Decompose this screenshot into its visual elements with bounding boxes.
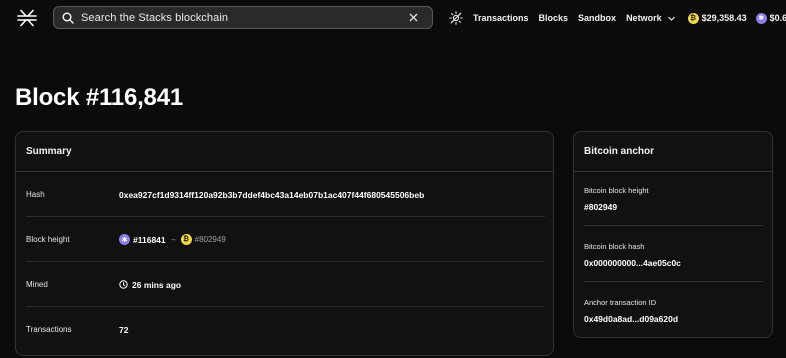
stx-price-value: $0.60 — [769, 13, 786, 23]
btc-price-value: $29,358.43 — [701, 13, 747, 23]
transactions-row: Transactions 72 — [26, 307, 545, 352]
clock-icon — [119, 280, 128, 289]
bitcoin-icon: ₿ — [687, 12, 699, 24]
main-nav: Transactions Blocks Sandbox Network ₿ $2… — [449, 10, 786, 26]
clear-search-button[interactable] — [406, 11, 420, 25]
hash-value[interactable]: 0xea927cf1d9314ff120a92b3b7ddef4bc43a14e… — [119, 190, 424, 200]
nav-sandbox-link[interactable]: Sandbox — [578, 13, 616, 23]
transactions-count: 72 — [119, 324, 129, 335]
search-bar[interactable]: Search the Stacks blockchain — [53, 6, 433, 29]
anchor-item-label: Bitcoin block hash — [584, 242, 645, 251]
arrow-icon: → — [169, 236, 177, 243]
bitcoin-anchor-card: Bitcoin anchor Bitcoin block height #802… — [573, 131, 773, 338]
anchor-item-label: Bitcoin block height — [584, 186, 649, 195]
anchor-item: Bitcoin block hash 0x000000000...4ae05c0… — [584, 242, 764, 282]
transactions-label: Transactions — [26, 325, 72, 334]
anchor-item-value[interactable]: 0x000000000...4ae05c0c — [584, 258, 764, 268]
search-input[interactable]: Search the Stacks blockchain — [81, 12, 406, 24]
block-height-row: Block height ✱ #116841 → ₿ #802949 — [26, 217, 545, 262]
mined-row: Mined 26 mins ago — [26, 262, 545, 307]
close-icon — [409, 13, 417, 22]
stacks-icon: ✱ — [755, 12, 767, 24]
bitcoin-icon: ₿ — [180, 234, 192, 245]
mined-value: 26 mins ago — [119, 280, 181, 290]
nav-blocks-link[interactable]: Blocks — [539, 13, 569, 23]
hash-row: Hash 0xea927cf1d9314ff120a92b3b7ddef4bc4… — [26, 172, 545, 217]
anchor-item-value[interactable]: 0x49d0a8ad...d09a620d — [584, 314, 764, 324]
summary-card: Summary Hash 0xea927cf1d9314ff120a92b3b7… — [15, 131, 554, 356]
mined-label: Mined — [26, 280, 48, 289]
stacks-logo-icon[interactable] — [17, 9, 37, 27]
block-height-label: Block height — [26, 235, 70, 244]
stacks-icon: ✱ — [119, 234, 130, 245]
top-bar: Search the Stacks blockchain Transaction… — [0, 0, 786, 36]
mined-time: 26 mins ago — [132, 279, 182, 290]
anchor-item-label: Anchor transaction ID — [584, 298, 657, 307]
bitcoin-anchor-title: Bitcoin anchor — [574, 132, 772, 172]
stacks-block-height[interactable]: #116841 — [133, 235, 166, 245]
chevron-down-icon[interactable] — [667, 14, 676, 23]
theme-toggle-icon[interactable] — [449, 11, 463, 25]
search-icon — [62, 12, 74, 24]
anchor-item: Anchor transaction ID 0x49d0a8ad...d09a6… — [584, 298, 764, 328]
anchor-item: Bitcoin block height #802949 — [584, 186, 764, 226]
page-title: Block #116,841 — [15, 84, 184, 111]
stx-price: ✱ $0.60 — [755, 12, 786, 24]
nav-transactions-link[interactable]: Transactions — [473, 13, 529, 23]
nav-network-dropdown[interactable]: Network — [626, 13, 662, 23]
hash-label: Hash — [26, 190, 45, 199]
bitcoin-block-height-link[interactable]: #802949 — [195, 235, 226, 244]
btc-price: ₿ $29,358.43 — [687, 12, 747, 24]
anchor-item-value[interactable]: #802949 — [584, 202, 764, 212]
block-height-value: ✱ #116841 → ₿ #802949 — [119, 234, 226, 245]
summary-card-title: Summary — [16, 132, 553, 172]
